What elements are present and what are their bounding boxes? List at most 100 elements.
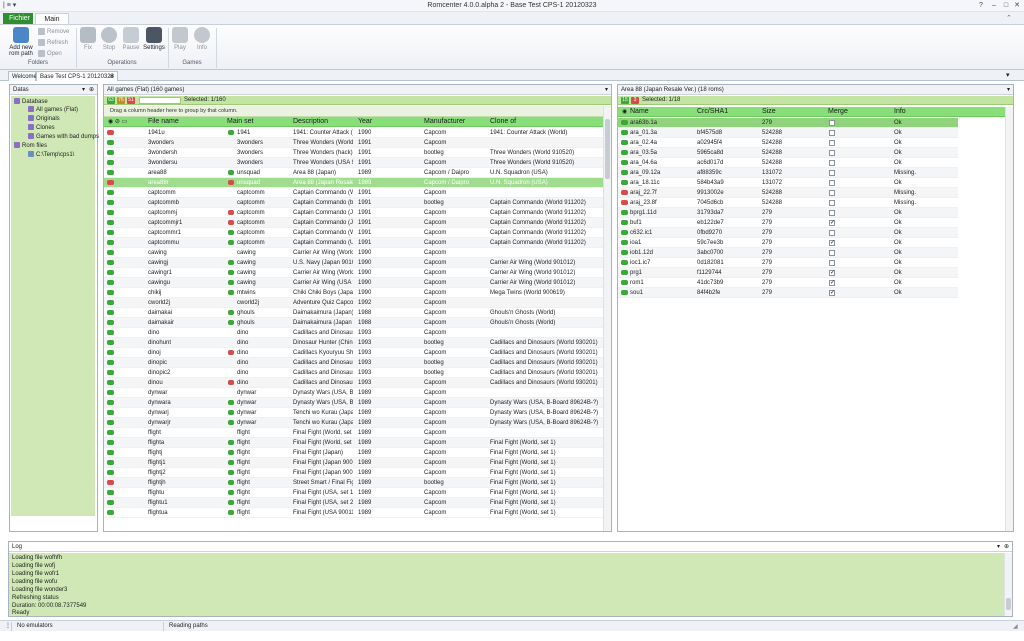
tree-item-database[interactable]: Database bbox=[14, 98, 48, 106]
badge-bad-count[interactable]: 51 bbox=[127, 97, 135, 104]
table-row[interactable]: area88 unsquad Area 88 (Japan) 1989 Capcom /… bbox=[104, 168, 603, 178]
close-button[interactable]: ✕ bbox=[1011, 0, 1023, 11]
add-rom-path-button[interactable]: Add new rom path bbox=[6, 27, 36, 57]
table-row[interactable]: ara_01.3a bf4575d8 524288 Ok bbox=[618, 128, 958, 138]
panel-menu-chevron-icon[interactable]: ▾ bbox=[997, 542, 1000, 552]
table-row[interactable]: prg1 f1129744 279 Ok ✓ bbox=[618, 268, 958, 278]
table-row[interactable]: ara63b.1a 279 Ok bbox=[618, 118, 958, 128]
merge-checkbox[interactable] bbox=[829, 250, 835, 256]
merge-checkbox[interactable] bbox=[829, 210, 835, 216]
badge-ok-count[interactable]: 63 bbox=[107, 97, 115, 104]
col-info[interactable]: Info bbox=[894, 107, 906, 117]
panel-menu-chevron-icon[interactable]: ▾ bbox=[82, 85, 85, 95]
table-row[interactable]: iob1.12d 3abc0700 279 Ok bbox=[618, 248, 958, 258]
table-row[interactable]: captcommj captcomm Captain Commando (Ja...… bbox=[104, 208, 603, 218]
table-row[interactable]: dinohunt dino Dinosaur Hunter (Chin... 1993… bbox=[104, 338, 603, 348]
table-row[interactable]: cawingj cawing U.S. Navy (Japan 90101... 19… bbox=[104, 258, 603, 268]
open-button[interactable]: Open bbox=[38, 49, 62, 59]
tab-file[interactable]: Fichier bbox=[3, 13, 33, 24]
merge-checkbox[interactable] bbox=[829, 170, 835, 176]
col-name[interactable]: Name bbox=[630, 107, 649, 117]
tab-list-chevron-icon[interactable]: ▾ bbox=[1006, 71, 1010, 79]
table-row[interactable]: ffightu1 ffight Final Fight (USA, set 2) 19… bbox=[104, 498, 603, 508]
table-row[interactable]: ioc1.ic7 0d182081 279 Ok bbox=[618, 258, 958, 268]
col-year[interactable]: Year bbox=[358, 117, 372, 127]
table-row[interactable]: 1941u 1941 1941: Counter Attack (... 1990 Ca… bbox=[104, 128, 603, 138]
table-row[interactable]: ffight ffight Final Fight (World, set 1) 19… bbox=[104, 428, 603, 438]
table-row[interactable]: ara_02.4a a02945f4 524288 Ok bbox=[618, 138, 958, 148]
table-row[interactable]: ffighta ffight Final Fight (World, set 2) 1… bbox=[104, 438, 603, 448]
merge-checkbox[interactable] bbox=[829, 200, 835, 206]
merge-checkbox[interactable] bbox=[829, 140, 835, 146]
roms-vertical-scrollbar[interactable] bbox=[1005, 107, 1013, 531]
tree-item-rom-files[interactable]: Rom files bbox=[14, 142, 47, 150]
status-column-icon[interactable]: ◉ ⊘ ▭ bbox=[108, 117, 127, 127]
panel-menu-chevron-icon[interactable]: ▾ bbox=[605, 85, 608, 95]
table-row[interactable]: ara_03.5a 5965ca8d 524288 Ok bbox=[618, 148, 958, 158]
col-size[interactable]: Size bbox=[762, 107, 776, 117]
panel-menu-chevron-icon[interactable]: ▾ bbox=[1007, 85, 1010, 95]
merge-checkbox[interactable] bbox=[829, 150, 835, 156]
table-row[interactable]: bprg1.11d 31793da7 279 Ok bbox=[618, 208, 958, 218]
table-row[interactable]: 3wondersh 3wonders Three Wonders (hack) 199… bbox=[104, 148, 603, 158]
table-row[interactable]: ffightj1 ffight Final Fight (Japan 9003...… bbox=[104, 458, 603, 468]
tree-item-bad-dumps[interactable]: Games with bad dumps bbox=[28, 133, 99, 141]
table-row[interactable]: ffightu ffight Final Fight (USA, set 1) 198… bbox=[104, 488, 603, 498]
table-row[interactable]: ioa1 59c7ee3b 279 Ok ✓ bbox=[618, 238, 958, 248]
table-row[interactable]: dino dino Cadillacs and Dinosaur... 1993 Cap… bbox=[104, 328, 603, 338]
refresh-button[interactable]: Refresh bbox=[38, 38, 68, 48]
table-row[interactable]: captcommb captcomm Captain Commando (b... 1… bbox=[104, 198, 603, 208]
table-row[interactable]: daimakai ghouls Daimakaimura (Japan) 1988 Ca… bbox=[104, 308, 603, 318]
table-row[interactable]: rom1 41dc73b9 279 Ok ✓ bbox=[618, 278, 958, 288]
scrollbar-thumb[interactable] bbox=[605, 119, 610, 179]
table-row[interactable]: ffightj ffight Final Fight (Japan) 1989 Capc… bbox=[104, 448, 603, 458]
table-row[interactable]: ara_18.11c 584b43a9 131072 Ok bbox=[618, 178, 958, 188]
badge-ok-count[interactable]: 15 bbox=[621, 97, 629, 104]
pin-icon[interactable]: ⊕ bbox=[89, 85, 94, 95]
table-row[interactable]: cworld2j cworld2j Adventure Quiz Capco... 1… bbox=[104, 298, 603, 308]
merge-checkbox[interactable] bbox=[829, 190, 835, 196]
table-row[interactable]: ara_09.12a af88359c 131072 Missing. bbox=[618, 168, 958, 178]
remove-button[interactable]: Remove bbox=[38, 27, 69, 37]
minimize-button[interactable]: – bbox=[988, 0, 1000, 11]
col-clone-of[interactable]: Clone of bbox=[490, 117, 516, 127]
table-row[interactable]: dynwarjr dynwar Tenchi wo Kurau (Japa... 19… bbox=[104, 418, 603, 428]
col-description[interactable]: Description bbox=[293, 117, 328, 127]
col-manufacturer[interactable]: Manufacturer bbox=[424, 117, 465, 127]
tab-welcome[interactable]: Welcome bbox=[8, 71, 37, 81]
settings-button[interactable]: Settings bbox=[142, 27, 166, 51]
fix-button[interactable]: Fix bbox=[79, 27, 97, 51]
table-row[interactable]: dinopic dino Cadillacs and Dinosaur... 1993… bbox=[104, 358, 603, 368]
resize-grip-icon[interactable]: ◢ bbox=[1013, 623, 1018, 630]
table-row[interactable]: 3wondersu 3wonders Three Wonders (USA 9...… bbox=[104, 158, 603, 168]
col-file-name[interactable]: File name bbox=[148, 117, 179, 127]
tab-main[interactable]: Main bbox=[35, 13, 69, 24]
table-row[interactable]: captcommjr1 captcomm Captain Commando (Ja.… bbox=[104, 218, 603, 228]
games-search-input[interactable] bbox=[139, 97, 181, 104]
table-row[interactable]: dinou dino Cadillacs and Dinosaur... 1993 Ca… bbox=[104, 378, 603, 388]
merge-checkbox[interactable]: ✓ bbox=[829, 290, 835, 296]
tree-item-originals[interactable]: Originals bbox=[28, 115, 60, 123]
table-row[interactable]: cawing cawing Carrier Air Wing (World... 19… bbox=[104, 248, 603, 258]
tree-item-clones[interactable]: Clones bbox=[28, 124, 55, 132]
table-row[interactable]: cawingu cawing Carrier Air Wing (USA 9... 1… bbox=[104, 278, 603, 288]
status-column-icon[interactable]: ◉ bbox=[622, 107, 627, 117]
pause-button[interactable]: Pause bbox=[121, 27, 141, 51]
scrollbar-thumb[interactable] bbox=[1006, 598, 1011, 610]
col-merge[interactable]: Merge bbox=[828, 107, 848, 117]
table-row[interactable]: daimakair ghouls Daimakaimura (Japan ... 19… bbox=[104, 318, 603, 328]
table-row[interactable]: captcomm captcomm Captain Commando (W... 19… bbox=[104, 188, 603, 198]
games-vertical-scrollbar[interactable] bbox=[603, 107, 611, 531]
table-row[interactable]: chikij mtwins Chiki Chiki Boys (Japan... 19… bbox=[104, 288, 603, 298]
table-row[interactable]: ffightjh ffight Street Smart / Final Fig..… bbox=[104, 478, 603, 488]
play-button[interactable]: Play bbox=[171, 27, 189, 51]
table-row[interactable]: c632.ic1 0fbd9270 279 Ok bbox=[618, 228, 958, 238]
log-vertical-scrollbar[interactable] bbox=[1004, 553, 1012, 616]
tree-item-all-games[interactable]: All games (Flat) bbox=[28, 106, 78, 114]
table-row[interactable]: ffightj2 ffight Final Fight (Japan 9003...… bbox=[104, 468, 603, 478]
table-row[interactable]: cawingr1 cawing Carrier Air Wing (World...… bbox=[104, 268, 603, 278]
table-row[interactable]: dinoj dino Cadillacs Kyouryuu Shi... 1993 Ca… bbox=[104, 348, 603, 358]
info-button[interactable]: Info bbox=[193, 27, 211, 51]
table-row[interactable]: 3wonders 3wonders Three Wonders (World ...… bbox=[104, 138, 603, 148]
table-row[interactable]: ara_04.6a ac6d017d 524288 Ok bbox=[618, 158, 958, 168]
